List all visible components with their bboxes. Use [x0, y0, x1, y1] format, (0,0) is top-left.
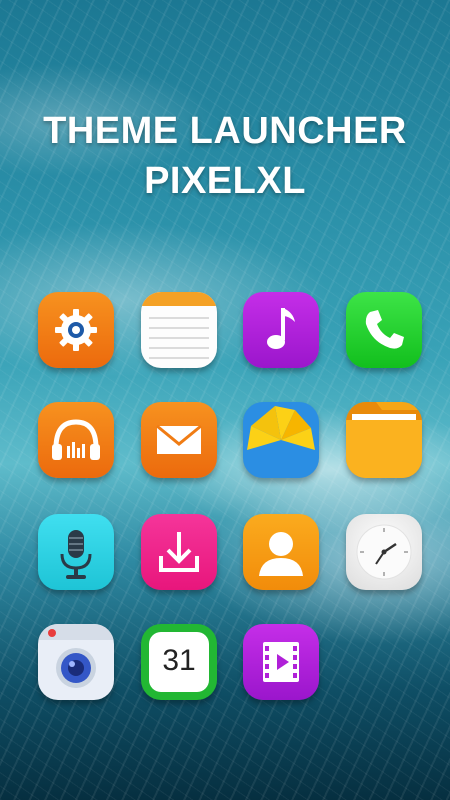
- headphones-icon: [52, 419, 100, 460]
- video-app[interactable]: [243, 624, 319, 700]
- settings-icon: [55, 309, 97, 351]
- camera-icon: [38, 624, 114, 688]
- contacts-icon: [259, 532, 303, 576]
- camera-app[interactable]: [38, 624, 114, 700]
- title-line-2: PIXELXL: [144, 160, 306, 202]
- photos-icon: [247, 406, 315, 450]
- downloads-app[interactable]: [141, 514, 217, 590]
- folder-icon: [346, 402, 422, 478]
- download-icon: [159, 532, 199, 572]
- music-icon: [267, 308, 295, 349]
- calendar-date: 31: [162, 644, 196, 677]
- phone-app[interactable]: [346, 292, 422, 368]
- recorder-app[interactable]: [38, 514, 114, 590]
- microphone-icon: [60, 530, 92, 579]
- title-line-1: THEME LAUNCHER: [43, 110, 407, 152]
- email-app[interactable]: [141, 402, 217, 478]
- video-icon: [263, 642, 299, 682]
- mail-icon: [156, 424, 202, 454]
- music-app[interactable]: [243, 292, 319, 368]
- settings-app[interactable]: [38, 292, 114, 368]
- contacts-app[interactable]: [243, 514, 319, 590]
- clock-icon: [356, 524, 412, 580]
- notes-icon: [141, 292, 217, 359]
- notes-app[interactable]: [141, 292, 217, 368]
- music-player-app[interactable]: [38, 402, 114, 478]
- phone-icon: [365, 310, 404, 349]
- clock-app[interactable]: [346, 514, 422, 590]
- calendar-app[interactable]: 31: [141, 624, 217, 700]
- gallery-app[interactable]: [243, 402, 319, 478]
- files-app[interactable]: [346, 402, 422, 478]
